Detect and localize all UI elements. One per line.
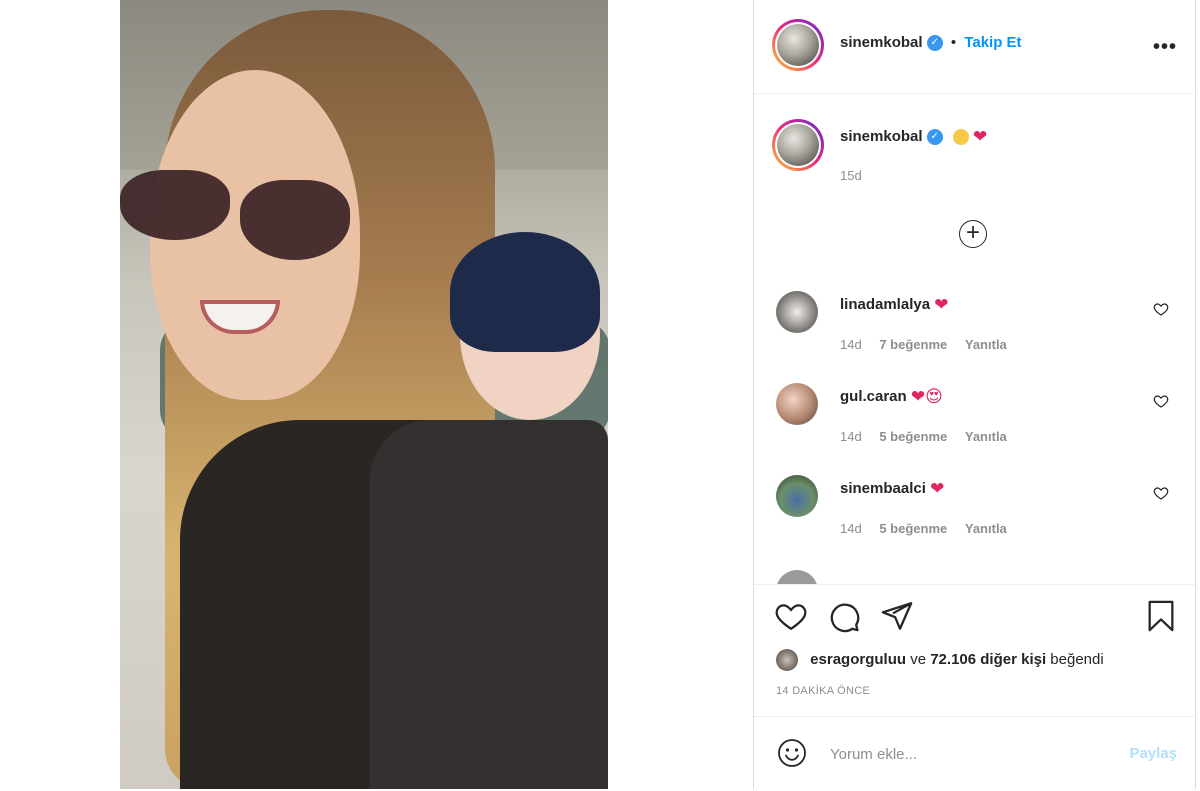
post-timestamp[interactable]: 14 DAKİKA ÖNCE <box>776 685 870 697</box>
likes-connector: ve <box>910 650 927 668</box>
comment-username[interactable]: gul.caran <box>840 388 907 405</box>
bookmark-icon[interactable] <box>1144 599 1178 633</box>
post-photo-area <box>0 0 752 789</box>
comment-like-heart-icon[interactable] <box>1153 485 1169 501</box>
comment-meta: 14d 5 beğenme Yanıtla <box>840 429 1021 444</box>
verified-badge-icon: ✓ <box>926 35 943 52</box>
comment-text: sinembaalci ❤ <box>840 479 944 499</box>
post-header: sinemkobal ✓ • Takip Et ••• <box>754 0 1197 94</box>
separator-dot: • <box>950 34 957 51</box>
add-comment-bar: Paylaş <box>754 716 1197 791</box>
comment-username[interactable]: sinembaalci <box>840 480 926 497</box>
photo-baby-headband <box>450 232 600 352</box>
author-avatar[interactable] <box>772 19 824 71</box>
comment-emoji: ❤😍 <box>910 387 943 406</box>
comment-input[interactable] <box>828 740 1112 768</box>
comment-avatar[interactable] <box>776 383 818 425</box>
reply-button[interactable]: Yanıtla <box>965 521 1007 536</box>
reply-button[interactable]: Yanıtla <box>965 337 1007 352</box>
smiley-icon[interactable] <box>776 737 808 769</box>
verified-badge-icon: ✓ <box>926 129 943 145</box>
heart-icon[interactable] <box>774 599 808 633</box>
likes-count[interactable]: 72.106 diğer kişi <box>930 651 1046 668</box>
caption-username[interactable]: sinemkobal <box>840 128 923 145</box>
post-actions: esragorguluu ve 72.106 diğer kişi beğend… <box>754 584 1197 790</box>
liker-username[interactable]: esragorguluu <box>810 651 906 668</box>
liked-by-line: esragorguluu ve 72.106 diğer kişi beğend… <box>776 649 1104 671</box>
header-username[interactable]: sinemkobal <box>840 34 923 51</box>
heart-emoji-icon: ❤ <box>973 127 988 146</box>
comment-avatar-partial <box>776 570 818 584</box>
comment-bubble-icon[interactable] <box>827 599 861 633</box>
caption-author-avatar[interactable] <box>772 119 824 171</box>
comment-avatar[interactable] <box>776 475 818 517</box>
post-side-panel: sinemkobal ✓ • Takip Et ••• sinemkobal ✓… <box>753 0 1197 790</box>
reply-button[interactable]: Yanıtla <box>965 429 1007 444</box>
comment-item: gul.caran ❤😍 14d 5 beğenme Yanıtla <box>754 383 1197 475</box>
likes-suffix: beğendi <box>1050 650 1104 668</box>
comment-time[interactable]: 14d <box>840 521 862 536</box>
comment-emoji: ❤ <box>934 295 949 314</box>
comment-meta: 14d 5 beğenme Yanıtla <box>840 521 1021 536</box>
comment-item: linadamlalya ❤ 14d 7 beğenme Yanıtla <box>754 291 1197 383</box>
comment-text: gul.caran ❤😍 <box>840 387 943 407</box>
comment-like-heart-icon[interactable] <box>1153 393 1169 409</box>
liker-avatar[interactable] <box>776 649 798 671</box>
comment-avatar[interactable] <box>776 291 818 333</box>
more-options-icon[interactable]: ••• <box>1153 36 1177 59</box>
comment-likes[interactable]: 5 beğenme <box>879 429 947 444</box>
comment-emoji: ❤ <box>930 479 945 498</box>
caption-line: sinemkobal ✓ ❤ <box>840 127 987 147</box>
raised-hands-emoji-icon <box>952 129 969 145</box>
comment-like-heart-icon[interactable] <box>1153 301 1169 317</box>
caption-time[interactable]: 15d <box>840 168 862 183</box>
header-author-line: sinemkobal ✓ • Takip Et <box>840 34 1022 52</box>
photo-arm <box>370 420 608 789</box>
photo-sunglasses-right <box>240 180 350 260</box>
comment-text: linadamlalya ❤ <box>840 295 948 315</box>
follow-button[interactable]: Takip Et <box>964 34 1021 51</box>
share-comment-button[interactable]: Paylaş <box>1129 745 1177 762</box>
send-arrow-icon[interactable] <box>880 599 914 633</box>
comment-item: sinembaalci ❤ 14d 5 beğenme Yanıtla <box>754 475 1197 567</box>
load-more-comments-icon[interactable]: + <box>959 220 987 248</box>
comment-username[interactable]: linadamlalya <box>840 296 930 313</box>
photo-sunglasses-left <box>120 170 230 240</box>
comment-time[interactable]: 14d <box>840 429 862 444</box>
comment-likes[interactable]: 7 beğenme <box>879 337 947 352</box>
comment-meta: 14d 7 beğenme Yanıtla <box>840 337 1021 352</box>
comment-time[interactable]: 14d <box>840 337 862 352</box>
comment-likes[interactable]: 5 beğenme <box>879 521 947 536</box>
post-photo[interactable] <box>120 0 608 789</box>
